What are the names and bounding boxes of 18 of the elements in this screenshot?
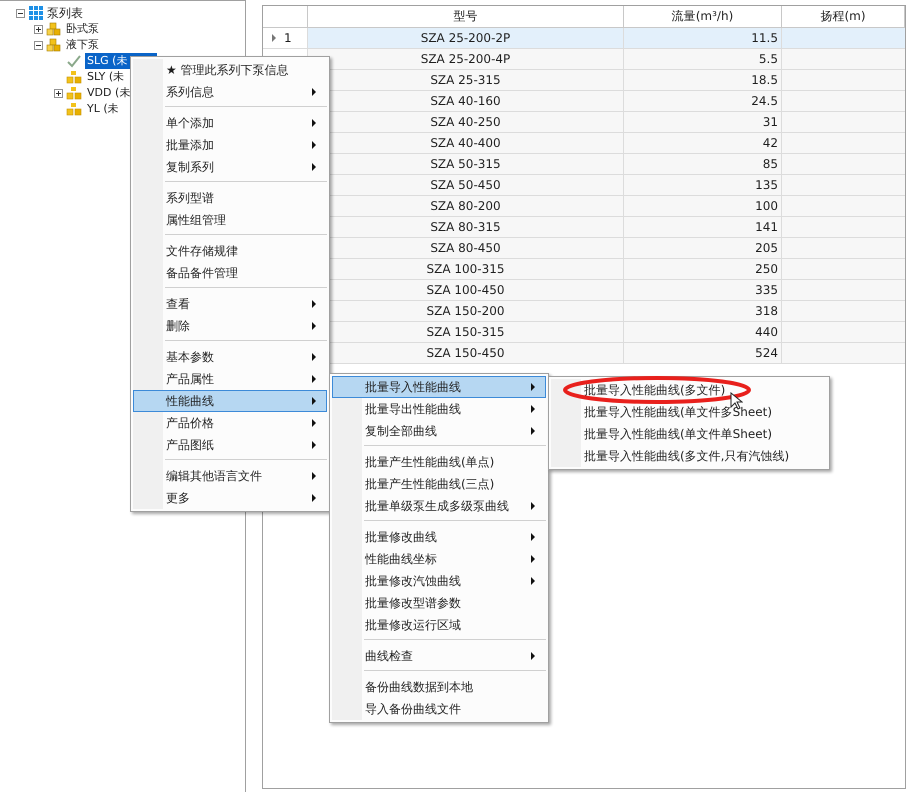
table-cell: 440: [624, 322, 782, 342]
table-cell: 100: [624, 196, 782, 216]
table-cell: 31: [624, 112, 782, 132]
table-cell: 524: [624, 343, 782, 363]
table-cell: 141: [624, 217, 782, 237]
table-cell: 11.5: [624, 28, 782, 48]
table-cell: 335: [624, 280, 782, 300]
table-cell: SZA 25-200-2P: [308, 28, 624, 48]
table-cell: 135: [624, 175, 782, 195]
row-number: 1: [284, 30, 292, 47]
table-cell: 85: [624, 154, 782, 174]
table-cell: 18.5: [624, 70, 782, 90]
table-cell: 42: [624, 133, 782, 153]
table-cell: 5.5: [624, 49, 782, 69]
table-cell: 24.5: [624, 91, 782, 111]
table-cell: 318: [624, 301, 782, 321]
table-cell: 250: [624, 259, 782, 279]
table-cell: 205: [624, 238, 782, 258]
